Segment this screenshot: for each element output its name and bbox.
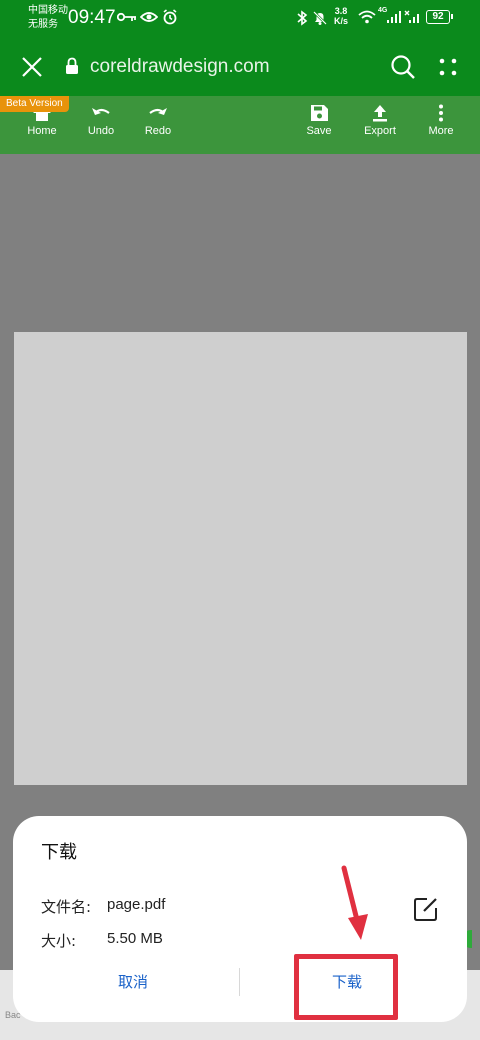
dialog-title: 下载	[41, 842, 77, 863]
cancel-button[interactable]: 取消	[53, 966, 213, 998]
more-options-icon[interactable]	[439, 58, 457, 76]
download-dialog: 下载 文件名: page.pdf 大小: 5.50 MB 取消 下载	[13, 816, 467, 1022]
save-button[interactable]: Save	[289, 102, 349, 137]
more-button[interactable]: More	[411, 102, 471, 137]
annotation-highlight-box	[294, 954, 398, 1020]
signal-icon	[387, 11, 401, 23]
speed-value: 3.8	[334, 6, 348, 16]
bluetooth-icon	[297, 10, 308, 26]
export-button[interactable]: Export	[350, 102, 410, 137]
annotation-arrow-icon	[341, 865, 368, 940]
browser-bar: coreldrawdesign.com	[0, 36, 480, 96]
close-icon[interactable]	[21, 56, 43, 78]
beta-badge: Beta Version	[0, 96, 69, 112]
speed-unit: K/s	[334, 16, 349, 26]
clock: 09:47	[68, 7, 116, 28]
save-icon	[311, 105, 328, 121]
undo-button[interactable]: Undo	[71, 102, 131, 137]
service-status: 无服务	[28, 19, 58, 30]
size-value: 5.50 MB	[107, 930, 163, 947]
redo-button[interactable]: Redo	[128, 102, 188, 137]
no-signal-icon	[404, 10, 419, 23]
carrier-name: 中国移动	[28, 5, 68, 16]
mute-bell-icon	[313, 11, 327, 25]
url-text[interactable]: coreldrawdesign.com	[90, 56, 270, 78]
key-icon	[117, 12, 136, 22]
export-label: Export	[364, 125, 396, 137]
design-page[interactable]	[14, 332, 467, 785]
button-divider	[239, 968, 240, 996]
wifi-icon	[358, 10, 376, 24]
undo-icon	[92, 108, 110, 115]
undo-label: Undo	[87, 125, 115, 137]
alarm-icon	[163, 9, 177, 25]
eye-icon	[140, 12, 158, 22]
app-toolbar: Home Undo Redo Save Export More	[0, 96, 480, 154]
more-label: More	[428, 125, 454, 137]
export-icon	[373, 105, 387, 122]
status-bar: 中国移动 无服务 09:47 3.8 K/s 4G 92	[0, 0, 480, 36]
redo-icon	[149, 108, 167, 115]
redo-label: Redo	[144, 125, 172, 137]
network-speed: 3.8 K/s	[334, 6, 348, 26]
edit-icon[interactable]	[413, 896, 439, 922]
size-label: 大小:	[41, 932, 77, 950]
search-icon[interactable]	[390, 54, 416, 80]
filename-label: 文件名:	[41, 898, 92, 916]
lock-icon	[66, 57, 78, 74]
battery-indicator: 92	[426, 10, 453, 24]
home-label: Home	[27, 125, 57, 137]
save-label: Save	[306, 125, 332, 137]
carrier-info: 中国移动 无服务	[28, 4, 68, 32]
filename-value: page.pdf	[107, 896, 166, 913]
more-vertical-icon	[439, 104, 443, 122]
